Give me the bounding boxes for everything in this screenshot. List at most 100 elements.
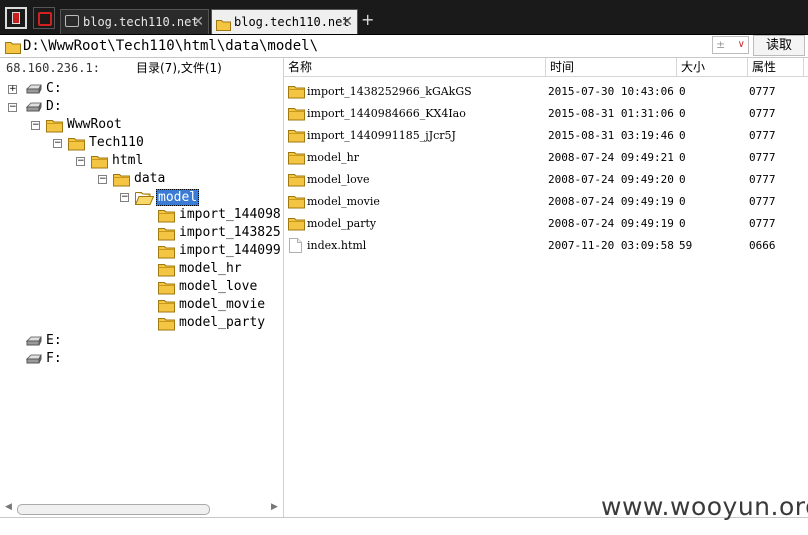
file-size: 0 [679, 107, 686, 120]
tree-node-label: model_love [179, 279, 258, 294]
collapse-icon[interactable]: − [8, 103, 17, 112]
table-row[interactable]: model_movie 2008-07-24 09:49:19 0 0777 [284, 191, 808, 213]
table-row[interactable]: import_1440991185_jJcr5J 2015-08-31 03:19… [284, 125, 808, 147]
tree-node-label: E: [46, 333, 62, 348]
collapse-icon[interactable]: − [76, 157, 85, 166]
column-time[interactable]: 时间 [546, 58, 677, 76]
file-icon [289, 238, 302, 261]
file-size: 0 [679, 129, 686, 142]
tree-node-label: WwwRoot [67, 117, 122, 132]
file-attr: 0777 [749, 107, 776, 120]
history-dropdown[interactable]: ± ∨ [712, 36, 749, 54]
tree-node[interactable]: model_hr [0, 260, 283, 278]
chevron-down-icon: ∨ [737, 39, 745, 50]
tree-node-label: import_143825 [179, 225, 281, 240]
table-row[interactable]: model_hr 2008-07-24 09:49:21 0 0777 [284, 147, 808, 169]
tree-node-label: model_party [179, 315, 266, 330]
path-input[interactable]: D:\WwwRoot\Tech110\html\data\model\ [23, 36, 318, 56]
record-icon[interactable] [33, 7, 55, 29]
tree-node-label: data [134, 171, 166, 186]
tree-node-label: Tech110 [89, 135, 144, 150]
tree-node[interactable]: − WwwRoot [0, 116, 283, 134]
file-attr: 0777 [749, 173, 776, 186]
scrollbar-thumb[interactable] [17, 504, 210, 515]
file-attr: 0777 [749, 217, 776, 230]
column-size[interactable]: 大小 [677, 58, 748, 76]
file-attr: 0666 [749, 239, 776, 252]
file-name: model_movie [307, 195, 380, 208]
address-bar: D:\WwwRoot\Tech110\html\data\model\ ± ∨ … [0, 35, 808, 58]
tree-node-label: model_movie [179, 297, 266, 312]
dropdown-symbol: ± [716, 38, 726, 51]
collapse-icon[interactable]: − [98, 175, 107, 184]
file-list-header: 名称 时间 大小 属性 [284, 58, 808, 77]
file-attr: 0777 [749, 151, 776, 164]
file-time: 2008-07-24 09:49:19 [548, 217, 674, 230]
read-button[interactable]: 读取 [753, 35, 805, 56]
file-time: 2015-08-31 01:31:06 [548, 107, 674, 120]
app-menu-icon[interactable] [5, 7, 27, 29]
file-time: 2015-08-31 03:19:46 [548, 129, 674, 142]
tree-node-label: import_144099 [179, 243, 281, 258]
tree-horizontal-scrollbar[interactable]: ◀ ▶ [3, 502, 281, 516]
collapse-icon[interactable]: − [120, 193, 129, 202]
table-row[interactable]: model_party 2008-07-24 09:49:19 0 0777 [284, 213, 808, 235]
column-name[interactable]: 名称 [284, 58, 546, 76]
tree-node[interactable]: import_144099 [0, 242, 283, 260]
table-row[interactable]: import_1438252966_kGAkGS 2015-07-30 10:43… [284, 81, 808, 103]
file-size: 0 [679, 85, 686, 98]
table-row[interactable]: model_love 2008-07-24 09:49:20 0 0777 [284, 169, 808, 191]
collapse-icon[interactable]: − [53, 139, 62, 148]
tree-node[interactable]: − Tech110 [0, 134, 283, 152]
tree-node-label: model [156, 189, 200, 206]
tree-node[interactable]: − html [0, 152, 283, 170]
folder-icon [216, 15, 231, 31]
tree-node-label: F: [46, 351, 62, 366]
tree-node[interactable]: model_movie [0, 296, 283, 314]
dir-file-count: 目录(7),文件(1) [136, 61, 222, 75]
table-row[interactable]: import_1440984666_KX4Iao 2015-08-31 01:31… [284, 103, 808, 125]
file-name: index.html [307, 239, 367, 252]
tab-label: blog.tech110.net [83, 15, 199, 29]
table-row[interactable]: index.html 2007-11-20 03:09:58 59 0666 [284, 235, 808, 257]
host-ip: 68.160.236.1: [6, 61, 100, 75]
left-panel-header: 68.160.236.1: 目录(7),文件(1) [0, 59, 283, 77]
tree-node-label: model_hr [179, 261, 242, 276]
tree-node-label: import_144098 [179, 207, 281, 222]
file-time: 2008-07-24 09:49:21 [548, 151, 674, 164]
tab-bar: blog.tech110.net ✕ blog.tech110.net ✕ + [0, 0, 808, 35]
column-attr[interactable]: 属性 [748, 58, 804, 76]
file-name: model_love [307, 173, 370, 186]
tree-node-label: html [112, 153, 144, 168]
expand-icon[interactable]: + [8, 85, 17, 94]
close-icon[interactable]: ✕ [341, 10, 353, 34]
scroll-right-icon[interactable]: ▶ [271, 502, 278, 512]
file-name: import_1440991185_jJcr5J [307, 129, 456, 142]
file-time: 2008-07-24 09:49:19 [548, 195, 674, 208]
file-time: 2008-07-24 09:49:20 [548, 173, 674, 186]
file-time: 2007-11-20 03:09:58 [548, 239, 674, 252]
close-icon[interactable]: ✕ [192, 10, 204, 34]
tree-node[interactable]: model_love [0, 278, 283, 296]
tab-blog-1[interactable]: blog.tech110.net ✕ [60, 9, 209, 34]
tree-node[interactable]: − data [0, 170, 283, 188]
tree-node[interactable]: F: [0, 350, 283, 368]
file-name: model_hr [307, 151, 359, 164]
tree-node-label: C: [46, 81, 62, 96]
tree-node[interactable]: import_143825 [0, 224, 283, 242]
collapse-icon[interactable]: − [31, 121, 40, 130]
tree-node[interactable]: model_party [0, 314, 283, 332]
tree-node[interactable]: E: [0, 332, 283, 350]
drive-icon [25, 353, 43, 371]
tree-node[interactable]: import_144098 [0, 206, 283, 224]
new-tab-icon[interactable]: + [361, 10, 374, 30]
tree-node[interactable]: − model [0, 188, 283, 206]
tree-node[interactable]: + C: [0, 80, 283, 98]
file-name: import_1440984666_KX4Iao [307, 107, 466, 120]
tree-node[interactable]: − D: [0, 98, 283, 116]
scroll-left-icon[interactable]: ◀ [5, 502, 12, 512]
file-size: 59 [679, 239, 693, 252]
file-attr: 0777 [749, 129, 776, 142]
tab-blog-2[interactable]: blog.tech110.net ✕ [211, 9, 358, 34]
file-name: model_party [307, 217, 377, 230]
